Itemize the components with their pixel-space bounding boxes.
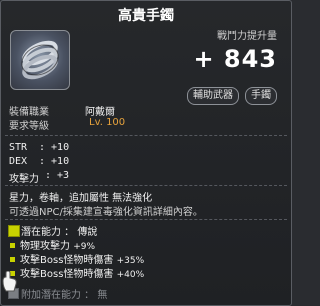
potential-line-text: 攻擊Boss怪物時傷害 [20, 269, 114, 280]
stat-attack-name: 攻擊力 [9, 174, 39, 185]
description-line-2: 可透過NPC/採集建宣毒強化資訊詳細內容。 [9, 207, 203, 218]
level-label: 要求等級 [9, 121, 49, 132]
stat-str-name: STR [9, 142, 28, 153]
potential-label: 潛在能力 ： 傳說 [21, 227, 98, 238]
tag-bracelet: 手鐲 [245, 87, 277, 105]
stat-dex-value: : +10 [39, 156, 70, 167]
tag-secondary-weapon: 輔助武器 [187, 87, 239, 105]
job-value: 阿戴爾 [85, 107, 115, 118]
separator [5, 219, 287, 220]
item-tooltip: 高貴手鐲 戰鬥力提升量 + 843 輔助武器 手鐲 裝備職業 阿戴爾 要求等級 … [0, 0, 292, 306]
bracelet-icon [21, 40, 59, 80]
item-icon-frame [10, 30, 70, 90]
separator [5, 135, 287, 136]
stat-attack-value: : +3 [45, 170, 70, 181]
level-value: Lv. 100 [89, 117, 126, 128]
potential-line-value: +40% [116, 270, 145, 280]
bullet-icon [10, 257, 15, 262]
power-increase-label: 戰鬥力提升量 [217, 31, 277, 42]
separator [5, 185, 287, 186]
potential-line-1: 物理攻擊力 +9% [20, 237, 95, 252]
job-label: 裝備職業 [9, 107, 49, 118]
item-title: 高貴手鐲 [118, 8, 174, 24]
stat-dex-name: DEX [9, 156, 28, 167]
stat-str-value: : +10 [39, 142, 70, 153]
power-increase-value: + 843 [193, 45, 277, 73]
potential-line-3: 攻擊Boss怪物時傷害 +40% [20, 265, 144, 280]
potential-grade-icon [8, 225, 20, 237]
mouse-cursor-icon [2, 271, 17, 292]
description-line-1: 星力，卷軸，追加屬性 無法強化 [9, 193, 153, 204]
additional-potential-label: 附加潛在能力 ： 無 [21, 290, 108, 301]
bullet-icon [10, 243, 15, 248]
potential-line-2: 攻擊Boss怪物時傷害 +35% [20, 251, 144, 266]
